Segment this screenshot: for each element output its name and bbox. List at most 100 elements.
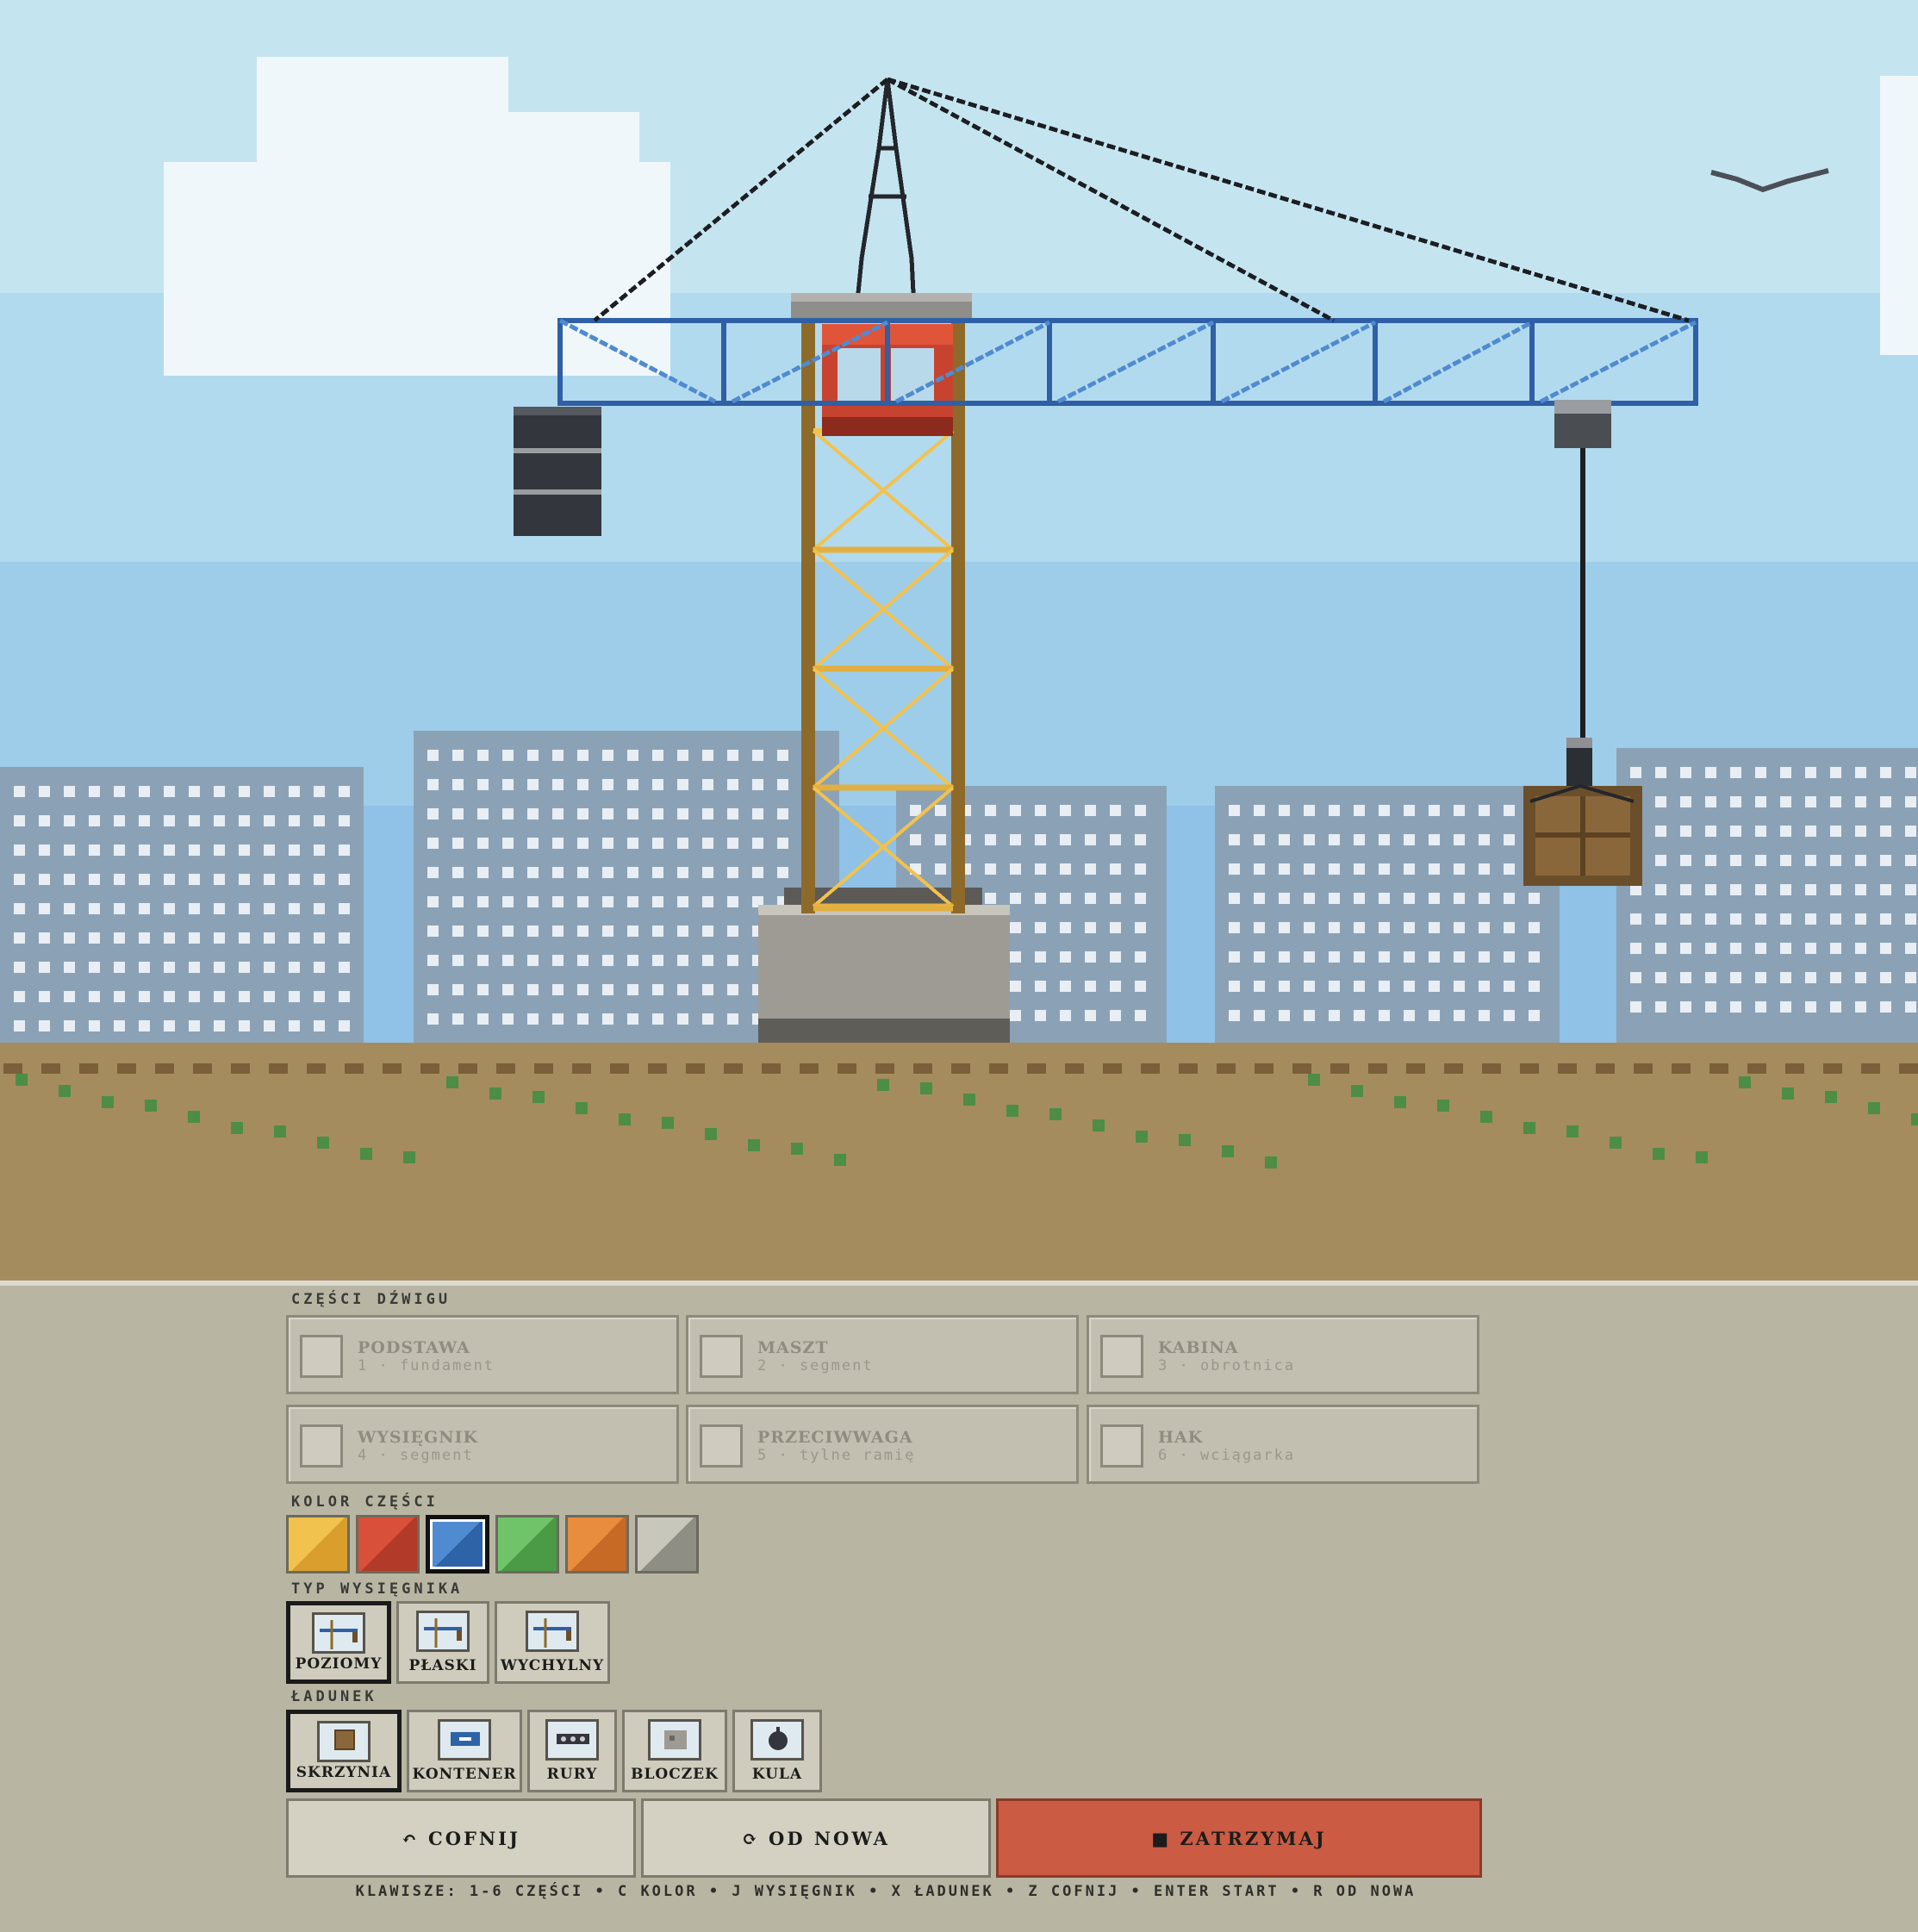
- color-swatch-blue[interactable]: [426, 1515, 489, 1574]
- building-window: [1855, 1001, 1866, 1013]
- building-window: [1329, 922, 1340, 933]
- building-window: [577, 838, 588, 849]
- building-window: [577, 867, 588, 878]
- building-window: [702, 955, 713, 966]
- color-swatch-gray[interactable]: [635, 1515, 699, 1574]
- part-card-1[interactable]: PODSTAWA 1 · fundament: [286, 1315, 679, 1394]
- building-window: [1429, 893, 1440, 904]
- color-swatch-green[interactable]: [495, 1515, 559, 1574]
- building-window: [289, 786, 300, 797]
- building-window: [652, 896, 663, 907]
- building-window: [1085, 981, 1096, 992]
- building-window: [1529, 922, 1540, 933]
- jib-type-option-1[interactable]: POZIOMY: [286, 1601, 391, 1684]
- part-card-5[interactable]: PRZECIWWAGA 5 · tylne ramię: [686, 1405, 1079, 1484]
- building-window: [1279, 893, 1290, 904]
- jib-type-label: PŁASKI: [408, 1657, 477, 1674]
- building-window: [189, 1020, 200, 1031]
- load-option-4[interactable]: BLOCZEK: [622, 1710, 727, 1792]
- building-window: [552, 779, 564, 790]
- building-window: [1855, 826, 1866, 837]
- building-window: [1035, 834, 1046, 845]
- building-window: [314, 903, 325, 914]
- load-option-2[interactable]: KONTENER: [407, 1710, 522, 1792]
- building-window: [1229, 805, 1240, 816]
- building-window: [39, 815, 50, 826]
- building-window: [1880, 796, 1891, 807]
- hoist-cable: [1580, 448, 1585, 738]
- building-window: [1110, 951, 1121, 963]
- building-window: [477, 867, 489, 878]
- building-window: [289, 991, 300, 1002]
- building-window: [339, 932, 350, 944]
- building-window: [477, 838, 489, 849]
- building: [1215, 786, 1560, 1043]
- building-window: [1630, 943, 1641, 954]
- building-window: [477, 808, 489, 820]
- building-window: [477, 779, 489, 790]
- building-window: [239, 903, 250, 914]
- building-window: [314, 991, 325, 1002]
- building-window: [652, 984, 663, 995]
- color-swatch-yellow[interactable]: [286, 1515, 350, 1574]
- building-window: [1655, 913, 1666, 925]
- color-swatch-red[interactable]: [356, 1515, 420, 1574]
- building-window: [314, 962, 325, 973]
- building-window: [477, 896, 489, 907]
- building-window: [339, 874, 350, 885]
- building-window: [1730, 767, 1741, 778]
- building-window: [64, 874, 75, 885]
- building-window: [1135, 922, 1146, 933]
- building-window: [1110, 834, 1121, 845]
- jib-type-option-2[interactable]: PŁASKI: [396, 1601, 489, 1684]
- building-window: [1085, 834, 1096, 845]
- part-card-2[interactable]: MASZT 2 · segment: [686, 1315, 1079, 1394]
- building-window: [1905, 913, 1916, 925]
- building-window: [502, 838, 514, 849]
- building-window: [214, 1020, 225, 1031]
- building-window: [1504, 1010, 1515, 1021]
- building-window: [1404, 1010, 1415, 1021]
- building-window: [627, 867, 638, 878]
- building-window: [1755, 767, 1766, 778]
- building-window: [1680, 913, 1691, 925]
- building-window: [239, 932, 250, 944]
- building-window: [239, 874, 250, 885]
- building-window: [1354, 1010, 1365, 1021]
- part-card-6[interactable]: HAK 6 · wciągarka: [1087, 1405, 1479, 1484]
- reset-button[interactable]: ⟳ OD NOWA: [641, 1798, 991, 1878]
- building-window: [652, 955, 663, 966]
- load-option-5[interactable]: KULA: [732, 1710, 822, 1792]
- jib-type-option-3[interactable]: WYCHYLNY: [495, 1601, 610, 1684]
- load-option-1[interactable]: SKRZYNIA: [286, 1710, 402, 1792]
- building-window: [1655, 1001, 1666, 1013]
- building-window: [527, 750, 539, 761]
- building-window: [1780, 826, 1791, 837]
- building-window: [1379, 1010, 1390, 1021]
- building-window: [1655, 884, 1666, 895]
- undo-button[interactable]: ↶ COFNIJ: [286, 1798, 636, 1878]
- color-swatch-orange[interactable]: [565, 1515, 629, 1574]
- jib-thumbnail-icon: [526, 1611, 579, 1652]
- building-window: [1110, 893, 1121, 904]
- building-window: [1035, 981, 1046, 992]
- building-window: [1379, 981, 1390, 992]
- building-window: [139, 932, 150, 944]
- part-card-3[interactable]: KABINA 3 · obrotnica: [1087, 1315, 1479, 1394]
- building-window: [1379, 834, 1390, 845]
- building-window: [14, 844, 25, 856]
- building-window: [1135, 1010, 1146, 1021]
- building-window: [702, 779, 713, 790]
- building-window: [64, 991, 75, 1002]
- building-window: [477, 984, 489, 995]
- stop-button[interactable]: ■ ZATRZYMAJ: [996, 1798, 1482, 1878]
- building-window: [1429, 805, 1440, 816]
- building-window: [452, 925, 464, 937]
- building-window: [1035, 922, 1046, 933]
- building-window: [39, 932, 50, 944]
- part-card-4[interactable]: WYSIĘGNIK 4 · segment: [286, 1405, 679, 1484]
- load-option-3[interactable]: RURY: [527, 1710, 617, 1792]
- building-window: [1354, 922, 1365, 933]
- building-window: [339, 844, 350, 856]
- building-window: [1780, 855, 1791, 866]
